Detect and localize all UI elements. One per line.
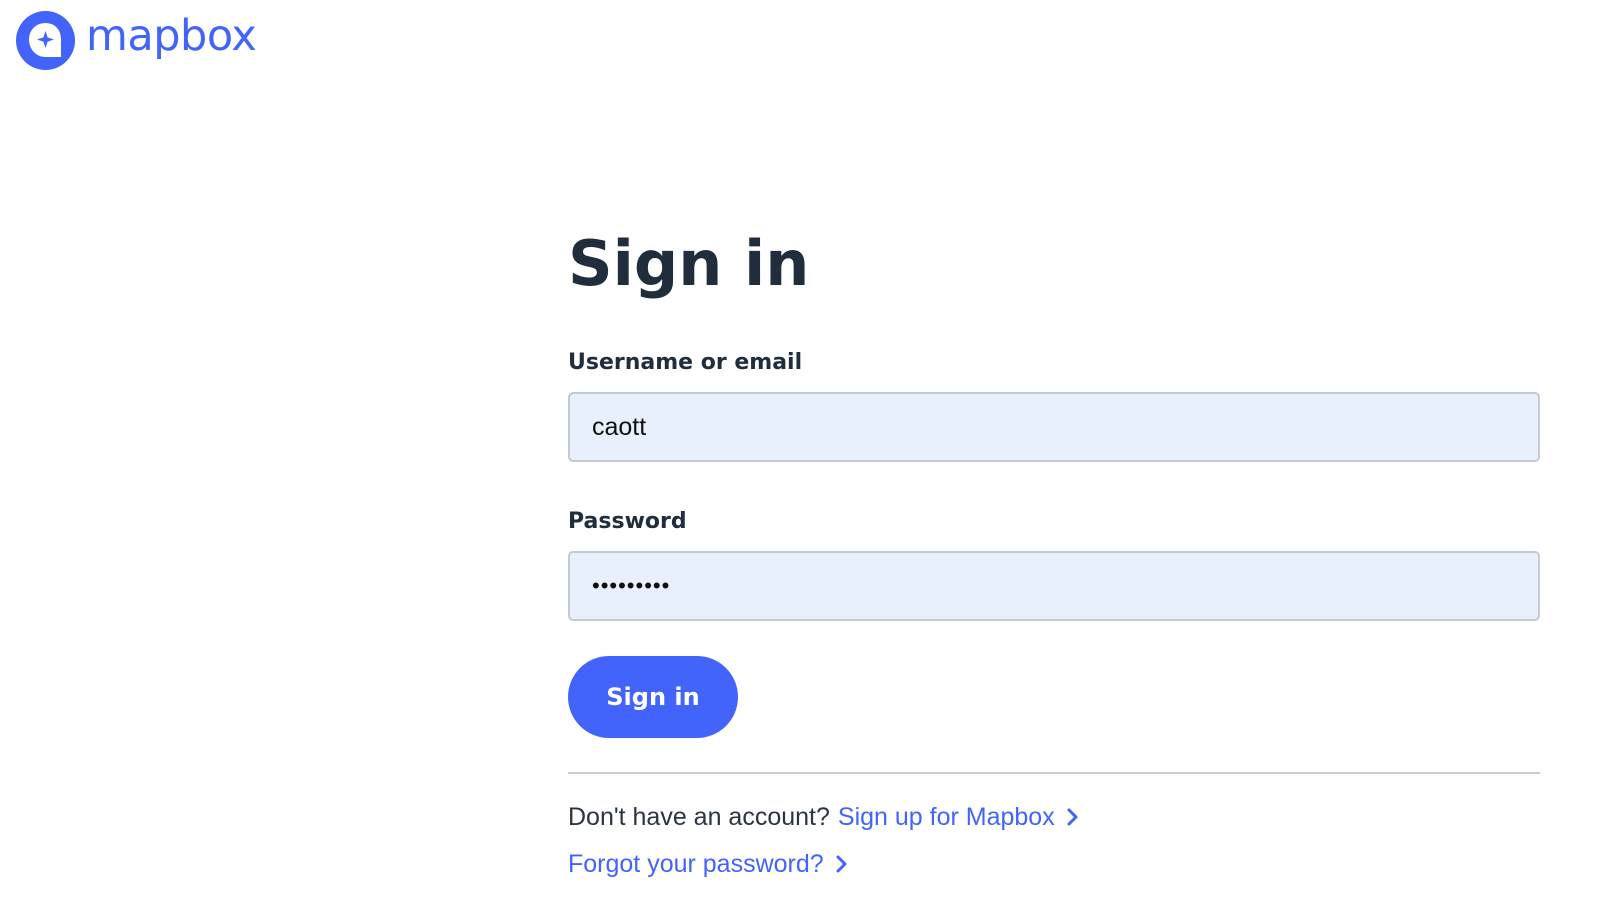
- password-field[interactable]: [568, 551, 1540, 621]
- password-label: Password: [568, 509, 687, 534]
- forgot-row: Forgot your password?: [568, 847, 850, 881]
- username-field[interactable]: [568, 392, 1540, 462]
- forgot-password-label: Forgot your password?: [568, 850, 824, 878]
- chevron-right-icon: [1067, 808, 1078, 826]
- username-label: Username or email: [568, 350, 803, 375]
- mapbox-wordmark: mapbox: [86, 11, 257, 61]
- divider: [568, 772, 1540, 774]
- signup-row: Don't have an account? Sign up for Mapbo…: [568, 800, 1081, 834]
- signup-prompt: Don't have an account?: [568, 803, 830, 831]
- forgot-password-link[interactable]: Forgot your password?: [568, 847, 850, 881]
- sign-in-button[interactable]: Sign in: [568, 656, 738, 738]
- chevron-right-icon: [836, 855, 847, 873]
- mapbox-logo[interactable]: mapbox: [16, 11, 257, 70]
- page-title: Sign in: [568, 227, 810, 300]
- signup-link[interactable]: Sign up for Mapbox: [838, 800, 1081, 834]
- mapbox-logo-icon: [16, 11, 75, 70]
- sign-in-page: mapbox Sign in Username or email Passwor…: [0, 0, 1613, 913]
- signup-link-label: Sign up for Mapbox: [837, 803, 1055, 831]
